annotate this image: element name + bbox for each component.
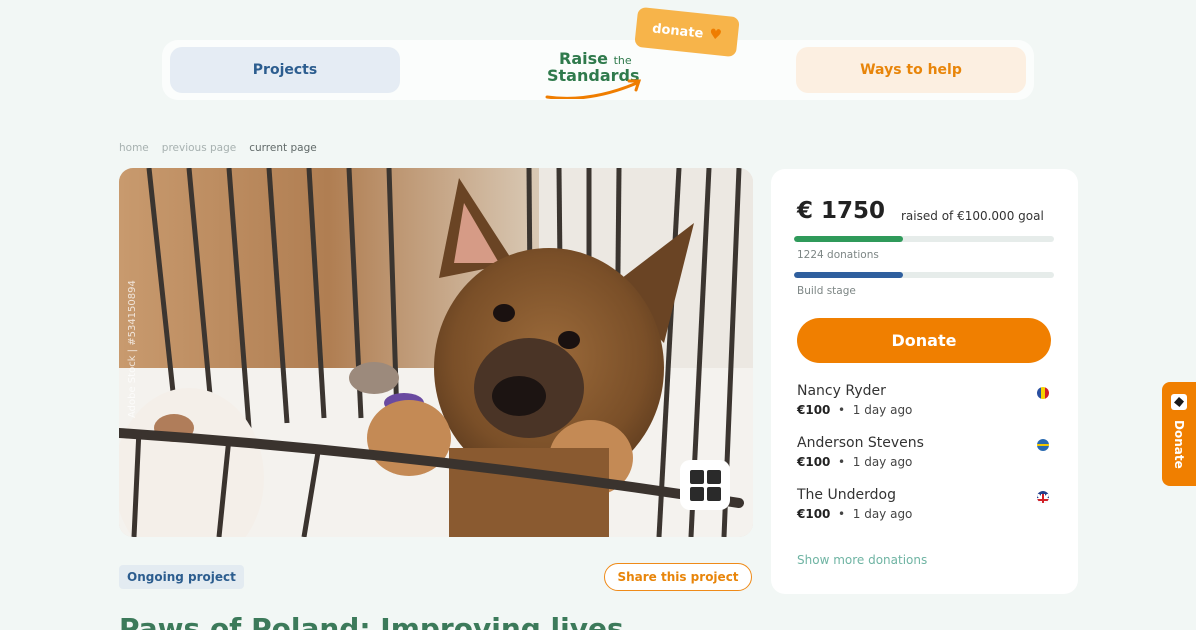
- donate-button[interactable]: Donate: [797, 318, 1051, 363]
- donation-meta: €100 • 1 day ago: [797, 403, 913, 417]
- status-badge: Ongoing project: [119, 565, 244, 589]
- ways-to-help-nav-button[interactable]: Ways to help: [796, 47, 1026, 93]
- sweden-flag-icon: [1037, 439, 1049, 451]
- breadcrumb-previous[interactable]: previous page: [162, 142, 236, 154]
- projects-nav-button[interactable]: Projects: [170, 47, 400, 93]
- logo-swoosh-icon: [545, 79, 642, 99]
- donations-count: 1224 donations: [797, 249, 879, 261]
- raised-amount: € 1750: [797, 198, 886, 224]
- donation-item: Anderson Stevens €100 • 1 day ago: [797, 435, 1053, 469]
- donor-name: Nancy Ryder: [797, 383, 886, 399]
- uk-flag-icon: [1037, 491, 1049, 503]
- build-stage-label: Build stage: [797, 285, 856, 297]
- project-hero-image[interactable]: Adobe Stock | #534150894: [119, 168, 753, 537]
- project-title: Paws of Poland: Improving lives: [119, 612, 624, 630]
- donate-tag-label: donate: [651, 20, 705, 42]
- donation-item: The Underdog €100 • 1 day ago: [797, 487, 1053, 521]
- emblem-icon: [1171, 394, 1187, 410]
- donor-name: The Underdog: [797, 487, 896, 503]
- donations-progress-bar: [794, 236, 1054, 242]
- donation-panel: € 1750 raised of €100.000 goal 1224 dona…: [771, 169, 1078, 594]
- heart-icon: ♥: [708, 26, 723, 44]
- romania-flag-icon: [1037, 387, 1049, 399]
- show-more-donations-link[interactable]: Show more donations: [797, 553, 927, 567]
- puppy-photo: [119, 168, 753, 537]
- top-nav: Projects Raise the Standards donate ♥ Wa…: [162, 6, 1034, 100]
- logo[interactable]: Raise the Standards: [545, 49, 655, 99]
- goal-text: raised of €100.000 goal: [901, 209, 1044, 223]
- image-watermark: Adobe Stock | #534150894: [127, 280, 138, 418]
- build-stage-progress-bar: [794, 272, 1054, 278]
- donation-meta: €100 • 1 day ago: [797, 455, 913, 469]
- share-project-button[interactable]: Share this project: [604, 563, 752, 591]
- donation-meta: €100 • 1 day ago: [797, 507, 913, 521]
- breadcrumb-home[interactable]: home: [119, 142, 149, 154]
- gallery-grid-icon[interactable]: [680, 460, 730, 510]
- donor-name: Anderson Stevens: [797, 435, 924, 451]
- side-donate-tab[interactable]: Donate: [1162, 382, 1196, 486]
- breadcrumb: home previous page current page: [119, 142, 317, 154]
- donation-item: Nancy Ryder €100 • 1 day ago: [797, 383, 1053, 417]
- breadcrumb-current: current page: [249, 142, 317, 154]
- side-donate-label: Donate: [1172, 420, 1186, 469]
